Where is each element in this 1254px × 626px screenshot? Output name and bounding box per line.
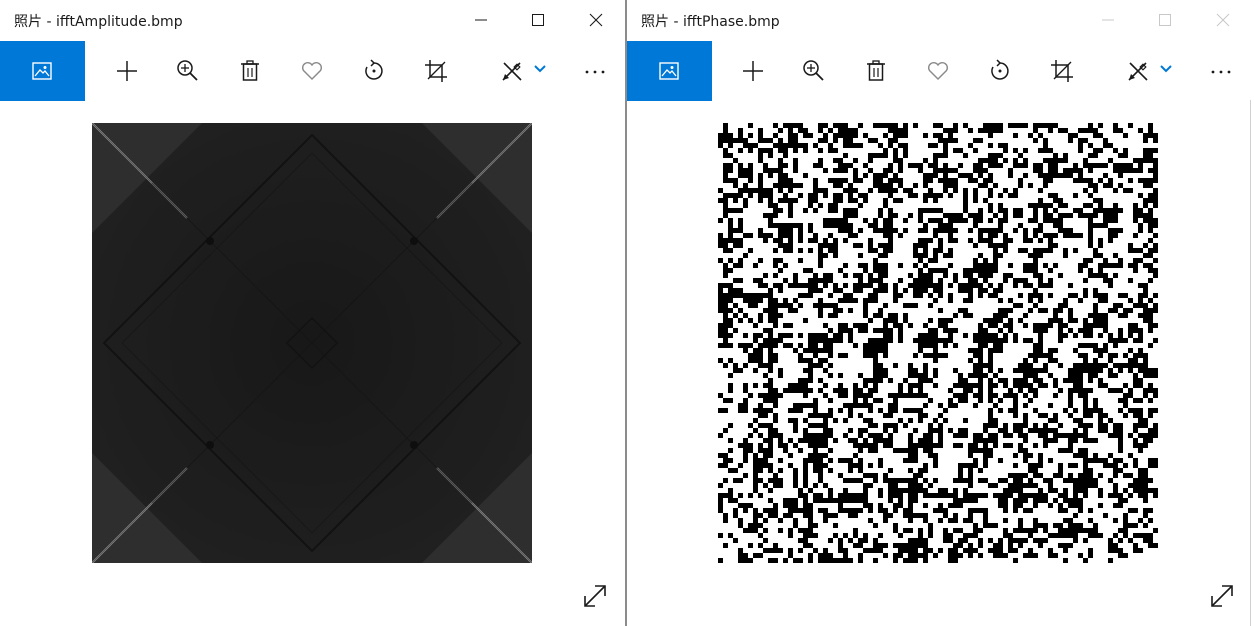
minimize-button[interactable]	[1085, 4, 1131, 36]
minimize-icon	[475, 19, 487, 21]
view-photo-button[interactable]	[627, 41, 712, 101]
view-photo-button[interactable]	[0, 41, 85, 101]
crop-button[interactable]	[420, 55, 452, 87]
toolbar	[627, 41, 1254, 101]
toolbar	[0, 41, 625, 101]
edit-dropdown[interactable]	[1156, 55, 1176, 87]
crop-button[interactable]	[1046, 55, 1078, 87]
delete-button[interactable]	[860, 55, 892, 87]
maximize-button[interactable]	[1142, 4, 1188, 36]
favorite-icon	[928, 61, 948, 80]
more-button[interactable]	[1205, 55, 1237, 87]
fullscreen-button[interactable]	[581, 582, 609, 610]
minimize-button[interactable]	[458, 4, 504, 36]
background-window-edge	[1250, 100, 1254, 626]
title-bar[interactable]: 照片 - ifftPhase.bmp	[627, 0, 1254, 41]
edit-dropdown[interactable]	[530, 55, 550, 87]
more-icon	[585, 70, 605, 74]
expand-icon	[584, 585, 606, 607]
add-button[interactable]	[737, 55, 769, 87]
expand-icon	[1211, 585, 1233, 607]
favorite-icon	[302, 61, 322, 80]
window-title: 照片 - ifftAmplitude.bmp	[14, 14, 183, 30]
edit-draw-icon	[1128, 62, 1148, 81]
window-title: 照片 - ifftPhase.bmp	[641, 14, 780, 30]
delete-icon	[867, 60, 885, 81]
zoom-button[interactable]	[798, 55, 830, 87]
view-photo-icon	[32, 62, 52, 80]
close-icon	[1216, 13, 1230, 27]
view-photo-icon	[659, 62, 679, 80]
phase-image	[718, 123, 1158, 563]
rotate-button[interactable]	[984, 55, 1016, 87]
add-button[interactable]	[111, 55, 143, 87]
chevron-down-icon	[1160, 65, 1172, 73]
add-icon	[117, 61, 137, 81]
zoom-button[interactable]	[172, 55, 204, 87]
crop-icon	[425, 60, 447, 82]
amplitude-image	[92, 123, 532, 563]
maximize-button[interactable]	[515, 4, 561, 36]
minimize-icon	[1102, 19, 1114, 21]
rotate-button[interactable]	[358, 55, 390, 87]
maximize-icon	[1159, 14, 1171, 26]
favorite-button[interactable]	[922, 55, 954, 87]
close-button[interactable]	[573, 4, 619, 36]
zoom-in-icon	[177, 60, 198, 81]
edit-button[interactable]	[1122, 55, 1154, 87]
add-icon	[743, 61, 763, 81]
delete-icon	[241, 60, 259, 81]
crop-icon	[1051, 60, 1073, 82]
rotate-icon	[365, 59, 383, 80]
close-button[interactable]	[1200, 4, 1246, 36]
delete-button[interactable]	[234, 55, 266, 87]
favorite-button[interactable]	[296, 55, 328, 87]
zoom-in-icon	[803, 60, 824, 81]
maximize-icon	[532, 14, 544, 26]
close-icon	[589, 13, 603, 27]
title-bar[interactable]: 照片 - ifftAmplitude.bmp	[0, 0, 625, 41]
photos-window-amplitude: 照片 - ifftAmplitude.bmp	[0, 0, 625, 626]
edit-button[interactable]	[496, 55, 528, 87]
chevron-down-icon	[534, 65, 546, 73]
fullscreen-button[interactable]	[1208, 582, 1236, 610]
more-button[interactable]	[579, 55, 611, 87]
more-icon	[1211, 70, 1231, 74]
rotate-icon	[991, 59, 1009, 80]
edit-draw-icon	[502, 62, 522, 81]
photos-window-phase: 照片 - ifftPhase.bmp	[627, 0, 1254, 626]
